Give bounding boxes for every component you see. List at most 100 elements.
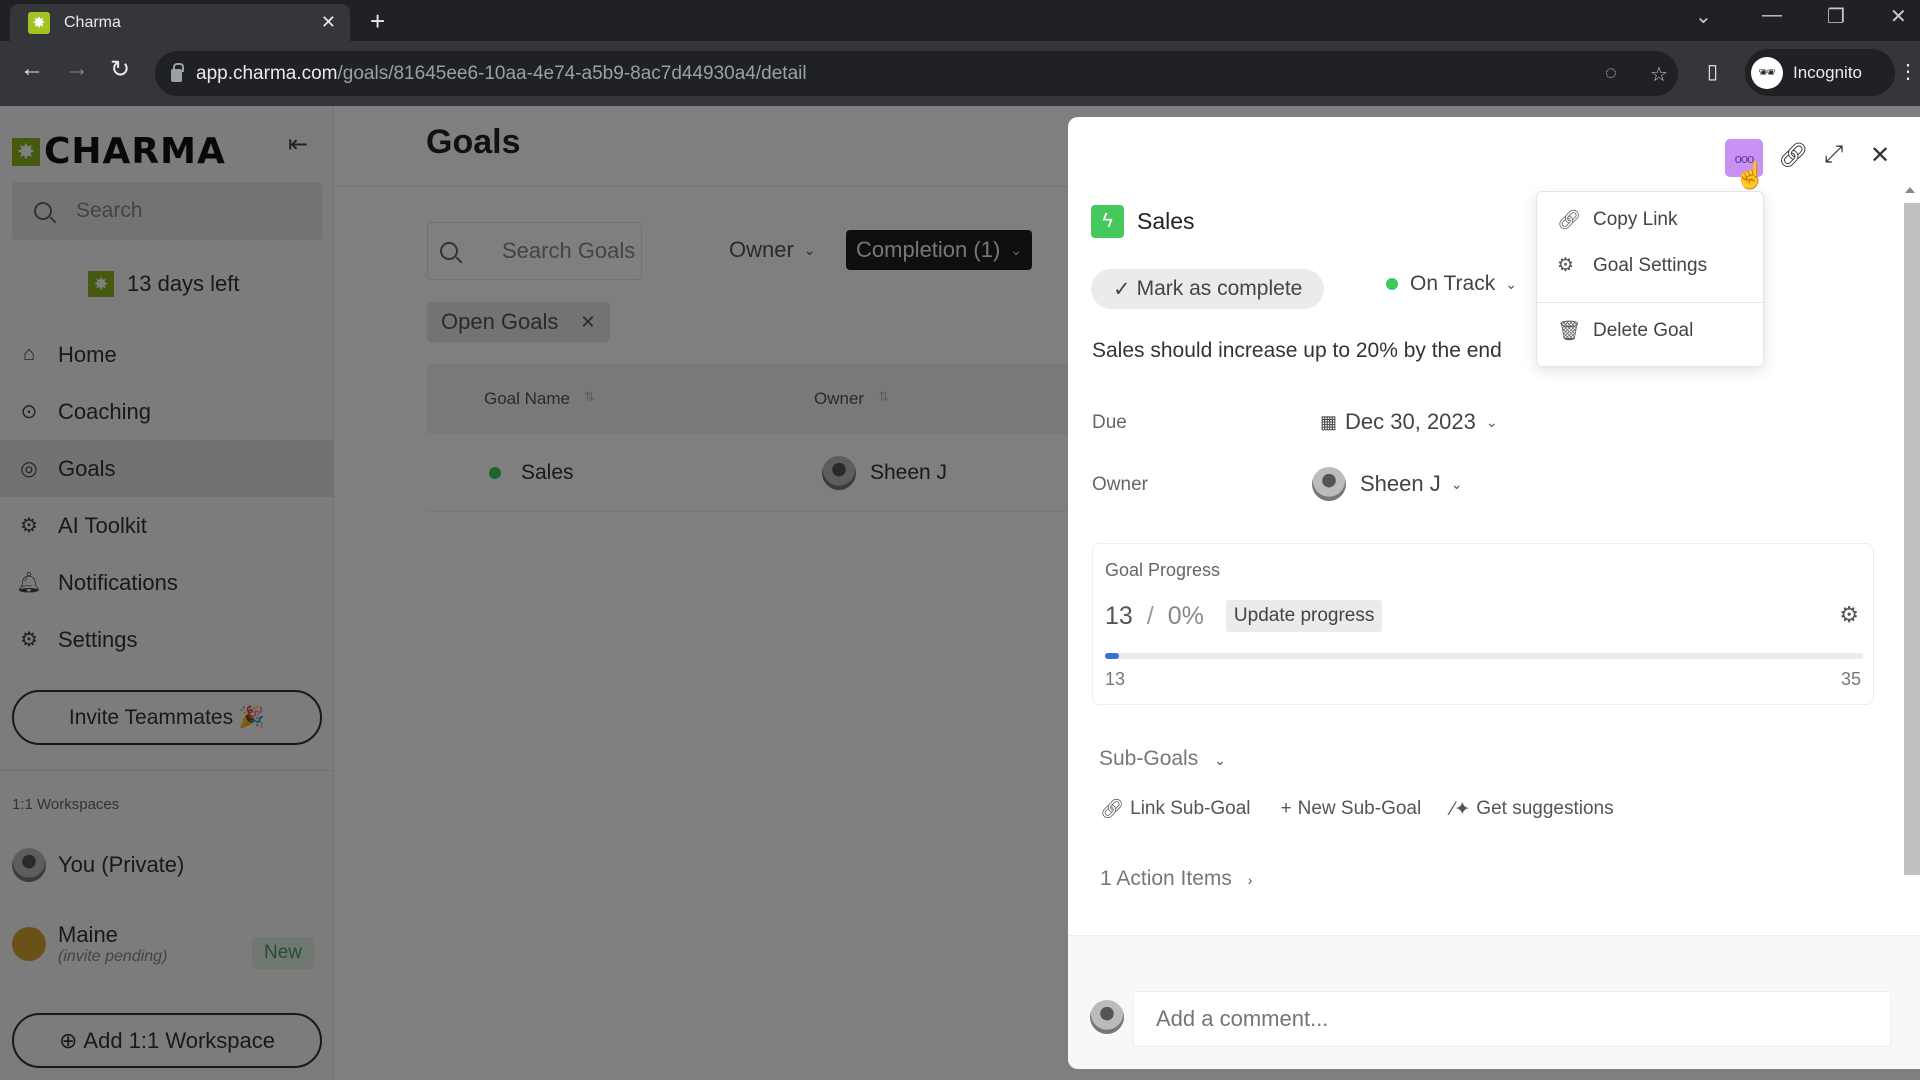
menu-item-label: Delete Goal xyxy=(1593,320,1694,341)
logo[interactable]: ✸ CHARMA xyxy=(12,131,226,172)
chevron-down-icon: ⌄ xyxy=(803,241,816,258)
forward-icon[interactable]: → xyxy=(65,55,89,83)
menu-item-delete-goal[interactable]: 🗑︎ Delete Goal xyxy=(1557,319,1693,343)
link-icon[interactable]: 🔗︎ xyxy=(1778,141,1808,170)
comment-input[interactable] xyxy=(1133,991,1891,1047)
lightning-icon[interactable]: ϟ xyxy=(1091,205,1124,238)
progress-max: 35 xyxy=(1840,669,1861,689)
menu-item-label: Copy Link xyxy=(1593,209,1678,230)
open-goals-chip: Open Goals ✕ xyxy=(427,302,610,342)
tab-title: Charma xyxy=(64,13,121,31)
address-bar-row: ← → ↻ app.charma.com /goals/81645ee6-10a… xyxy=(0,41,1920,106)
avatar xyxy=(12,927,46,961)
sort-icon: ⇅ xyxy=(583,389,595,404)
link-icon: 🔗︎ xyxy=(1100,799,1125,820)
subgoals-toggle[interactable]: Sub-Goals ⌄ xyxy=(1099,747,1226,771)
back-icon[interactable]: ← xyxy=(20,55,44,83)
progress-title: Goal Progress xyxy=(1105,560,1221,580)
goal-description[interactable]: Sales should increase up to 20% by the e… xyxy=(1092,339,1602,363)
completion-filter-label: Completion (1) xyxy=(856,237,1001,262)
browser-menu-icon[interactable]: ⋮ xyxy=(1898,59,1918,84)
sidebar-item-notifications[interactable]: 🔔︎ Notifications xyxy=(0,554,334,611)
scroll-up-icon[interactable] xyxy=(1905,187,1915,193)
side-panel-icon[interactable]: ▯ xyxy=(1707,59,1718,84)
sidebar-item-goals[interactable]: ◎ Goals xyxy=(0,440,334,497)
goal-progress-card: Goal Progress 13 / 0% Update progress ⚙ … xyxy=(1092,543,1874,705)
goals-search-input[interactable]: Search Goals xyxy=(427,222,642,280)
action-items-toggle[interactable]: 1 Action Items › xyxy=(1100,867,1252,891)
sort-icon: ⇅ xyxy=(878,389,889,404)
browser-tab-bar: ✸ Charma ✕ + ⌄ — ❐ ✕ xyxy=(0,0,1920,41)
column-goal-name[interactable]: Goal Name ⇅ xyxy=(484,389,814,409)
sidebar-item-ai-toolkit[interactable]: ⚙ AI Toolkit xyxy=(0,497,334,554)
workspace-item[interactable]: Maine (invite pending) xyxy=(12,922,167,966)
mark-complete-button[interactable]: ✓ Mark as complete xyxy=(1091,269,1325,309)
add-workspace-button[interactable]: ⊕ Add 1:1 Workspace xyxy=(12,1013,322,1068)
sidebar-item-coaching[interactable]: ⊙ Coaching xyxy=(0,383,334,440)
status-dropdown[interactable]: On Track ⌄ xyxy=(1386,272,1517,296)
owner-picker[interactable]: Sheen J ⌄ xyxy=(1312,467,1462,501)
workspace-item[interactable]: You (Private) xyxy=(12,848,184,882)
logo-text: CHARMA xyxy=(44,131,226,172)
trash-icon: 🗑︎ xyxy=(1557,321,1582,342)
chevron-down-icon: ⌄ xyxy=(1214,752,1226,768)
search-icon xyxy=(440,242,458,260)
close-window-icon[interactable]: ✕ xyxy=(1890,4,1907,29)
panel-scrollbar[interactable] xyxy=(1900,185,1920,935)
get-suggestions-button[interactable]: ⁄✦ Get suggestions xyxy=(1451,797,1613,821)
menu-item-goal-settings[interactable]: ⚙ Goal Settings xyxy=(1557,254,1707,277)
trial-indicator[interactable]: ✸ 13 days left xyxy=(88,271,240,297)
update-progress-button[interactable]: Update progress xyxy=(1225,600,1383,632)
due-date-picker[interactable]: ▦ Dec 30, 2023 ⌄ xyxy=(1320,409,1498,435)
chip-label: Open Goals xyxy=(441,309,559,334)
completion-filter[interactable]: Completion (1) ⌄ xyxy=(846,230,1033,270)
invite-teammates-button[interactable]: Invite Teammates 🎉 xyxy=(12,690,322,745)
gear-icon: ⚙ xyxy=(1557,255,1575,276)
link-subgoal-button[interactable]: 🔗︎ Link Sub-Goal xyxy=(1100,797,1251,821)
minimize-icon[interactable]: — xyxy=(1762,4,1782,27)
charma-badge-icon: ✸ xyxy=(88,271,114,297)
new-tab-icon[interactable]: + xyxy=(370,6,385,37)
expand-icon[interactable]: ⤢ xyxy=(1824,141,1843,169)
reload-icon[interactable]: ↻ xyxy=(110,55,130,84)
check-icon: ✓ xyxy=(1113,277,1131,301)
url-bar[interactable]: app.charma.com /goals/81645ee6-10aa-4e74… xyxy=(155,51,1678,96)
close-icon[interactable]: ✕ xyxy=(1870,141,1890,170)
url-host: app.charma.com xyxy=(196,62,338,84)
eye-off-icon[interactable]: ◌ xyxy=(1605,62,1617,85)
restore-icon[interactable]: ❐ xyxy=(1827,4,1845,29)
owner-filter[interactable]: Owner ⌄ xyxy=(719,230,826,270)
sidebar-search[interactable]: Search xyxy=(12,182,322,240)
goal-title[interactable]: Sales xyxy=(1137,208,1195,235)
column-owner[interactable]: Owner ⇅ xyxy=(814,389,889,409)
subgoal-actions: 🔗︎ Link Sub-Goal + New Sub-Goal ⁄✦ Get sugg… xyxy=(1100,797,1644,821)
sidebar-item-home[interactable]: ⌂ Home xyxy=(0,326,334,383)
browser-tab[interactable]: ✸ Charma ✕ xyxy=(10,4,350,41)
progress-settings-icon[interactable]: ⚙ xyxy=(1839,602,1859,628)
collapse-sidebar-icon[interactable]: ⇤ xyxy=(288,130,308,159)
whistle-icon: ⊙ xyxy=(20,401,38,423)
status-label: On Track xyxy=(1410,272,1496,295)
divider xyxy=(0,770,334,771)
workspace-name: Maine xyxy=(58,922,118,947)
avatar xyxy=(1090,1000,1124,1034)
scroll-thumb[interactable] xyxy=(1904,203,1920,875)
home-icon: ⌂ xyxy=(22,343,36,365)
incognito-profile[interactable]: 🕶 Incognito xyxy=(1745,49,1895,96)
new-subgoal-button[interactable]: + New Sub-Goal xyxy=(1281,797,1422,821)
url-path: /goals/81645ee6-10aa-4e74-a5b9-8ac7d4493… xyxy=(337,62,807,84)
goal-owner: Sheen J xyxy=(870,460,948,484)
chevron-down-icon: ⌄ xyxy=(1450,475,1463,492)
chevron-down-icon: ⌄ xyxy=(1010,241,1023,258)
star-icon[interactable]: ☆ xyxy=(1650,62,1668,87)
charma-logo-icon: ✸ xyxy=(12,137,40,166)
remove-chip-icon[interactable]: ✕ xyxy=(580,312,595,333)
menu-item-copy-link[interactable]: 🔗︎ Copy Link xyxy=(1557,208,1678,232)
sidebar-item-settings[interactable]: ⚙ Settings xyxy=(0,611,334,668)
close-tab-icon[interactable]: ✕ xyxy=(321,12,336,33)
chevron-down-icon: ⌄ xyxy=(1505,275,1517,292)
workspace-status: (invite pending) xyxy=(58,948,168,965)
owner-filter-label: Owner xyxy=(729,237,794,262)
progress-fill xyxy=(1105,653,1119,659)
tab-search-chevron-icon[interactable]: ⌄ xyxy=(1695,4,1712,29)
